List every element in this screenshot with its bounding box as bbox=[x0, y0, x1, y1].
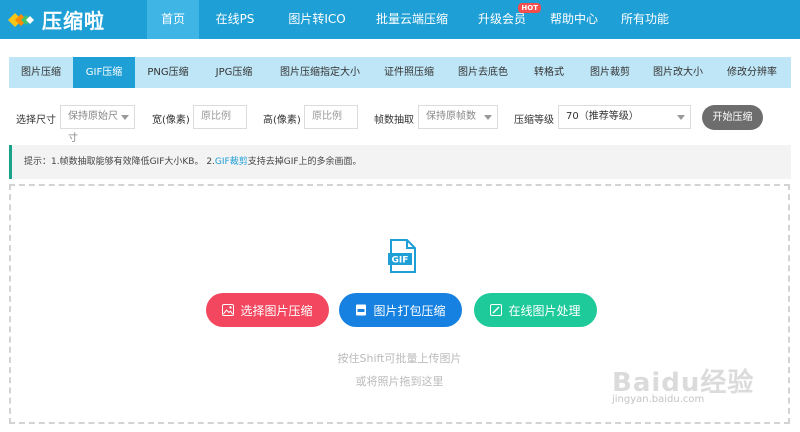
tab-convert-format[interactable]: 转格式 bbox=[521, 57, 577, 88]
logo-text: 压缩啦 bbox=[42, 9, 105, 33]
nav-label: 升级会员 bbox=[477, 12, 526, 26]
logo-icon bbox=[8, 12, 34, 27]
online-image-process-label: 在线图片处理 bbox=[508, 303, 581, 318]
nav-item-image-to-ico[interactable]: 图片转ICO bbox=[271, 0, 363, 39]
frame-select[interactable]: 保持原帧数 bbox=[418, 105, 498, 129]
height-label: 高(像素) bbox=[263, 115, 301, 126]
start-compress-button[interactable]: 开始压缩 bbox=[702, 105, 763, 130]
nav-label: 图片转ICO bbox=[288, 12, 346, 26]
nav-item-all-features[interactable]: 所有功能 bbox=[605, 0, 685, 39]
nav-item-upgrade-vip[interactable]: 升级会员 HOT bbox=[461, 0, 543, 39]
size-select-value: 保持原始尺寸 bbox=[68, 111, 118, 144]
level-select[interactable]: 70（推荐等级） bbox=[558, 105, 691, 129]
tip-text: 提示：1.帧数抽取能够有效降低GIF大小KB。 2. bbox=[24, 157, 215, 167]
tab-remove-background[interactable]: 图片去底色 bbox=[445, 57, 521, 88]
online-image-process-button[interactable]: 在线图片处理 bbox=[474, 293, 597, 327]
tab-id-photo-compress[interactable]: 证件照压缩 bbox=[373, 57, 445, 88]
tab-image-compress[interactable]: 图片压缩 bbox=[9, 57, 73, 88]
gif-icon-label: GIF bbox=[392, 256, 409, 266]
top-nav-bar: 压缩啦 首页 在线PS 图片转ICO 批量云端压缩 升级会员 HOT 帮助中心 … bbox=[0, 0, 800, 39]
logo[interactable]: 压缩啦 bbox=[6, 6, 105, 33]
level-label: 压缩等级 bbox=[514, 115, 554, 126]
nav-item-help-center[interactable]: 帮助中心 bbox=[543, 0, 605, 39]
pack-compress-button[interactable]: 图片打包压缩 bbox=[339, 293, 462, 327]
tab-png-compress[interactable]: PNG压缩 bbox=[135, 57, 201, 88]
tab-image-crop[interactable]: 图片裁剪 bbox=[577, 57, 643, 88]
options-row: 选择尺寸 保持原始尺寸 宽(像素) 原比例 高(像素) 原比例 帧数抽取 保持原… bbox=[0, 103, 800, 144]
tab-jpg-compress[interactable]: JPG压缩 bbox=[201, 57, 267, 88]
chevron-down-icon bbox=[677, 115, 685, 120]
gif-file-icon: GIF bbox=[388, 239, 416, 273]
edit-image-icon bbox=[490, 304, 503, 316]
select-image-compress-label: 选择图片压缩 bbox=[240, 303, 313, 318]
watermark-url: jingyan.baidu.com bbox=[612, 394, 705, 405]
height-input[interactable]: 原比例 bbox=[304, 105, 358, 129]
tool-tabs: 图片压缩 GIF压缩 PNG压缩 JPG压缩 图片压缩指定大小 证件照压缩 图片… bbox=[9, 57, 791, 88]
chevron-down-icon bbox=[121, 115, 129, 120]
frame-select-value: 保持原帧数 bbox=[426, 111, 476, 122]
frame-label: 帧数抽取 bbox=[374, 115, 414, 126]
tip-text-suffix: 支持去掉GIF上的多余画面。 bbox=[247, 157, 362, 167]
nav-item-home[interactable]: 首页 bbox=[147, 0, 199, 39]
zip-file-icon bbox=[356, 304, 367, 316]
tab-change-resolution[interactable]: 修改分辨率 bbox=[713, 57, 791, 88]
nav-item-online-ps[interactable]: 在线PS bbox=[199, 0, 271, 39]
image-icon bbox=[222, 304, 235, 316]
width-label: 宽(像素) bbox=[152, 115, 190, 126]
nav-label: 在线PS bbox=[215, 12, 255, 26]
main-nav: 首页 在线PS 图片转ICO 批量云端压缩 升级会员 HOT 帮助中心 所有功能 bbox=[147, 0, 685, 39]
size-label: 选择尺寸 bbox=[16, 115, 56, 126]
width-input[interactable]: 原比例 bbox=[193, 105, 247, 129]
nav-label: 批量云端压缩 bbox=[375, 12, 448, 26]
level-select-value: 70（推荐等级） bbox=[566, 111, 639, 122]
tab-gif-compress[interactable]: GIF压缩 bbox=[73, 57, 135, 88]
tab-image-resize[interactable]: 图片改大小 bbox=[643, 57, 713, 88]
select-image-compress-button[interactable]: 选择图片压缩 bbox=[206, 293, 329, 327]
width-placeholder: 原比例 bbox=[201, 111, 231, 122]
nav-label: 帮助中心 bbox=[549, 12, 598, 26]
tab-compress-to-size[interactable]: 图片压缩指定大小 bbox=[267, 57, 373, 88]
tip-bar: 提示：1.帧数抽取能够有效降低GIF大小KB。 2.GIF裁剪支持去掉GIF上的… bbox=[9, 145, 791, 179]
pack-compress-label: 图片打包压缩 bbox=[373, 303, 446, 318]
chevron-down-icon bbox=[484, 115, 492, 120]
baidu-watermark: Baidu经验 jingyan.baidu.com bbox=[612, 362, 762, 412]
height-placeholder: 原比例 bbox=[312, 111, 342, 122]
hot-badge: HOT bbox=[518, 3, 541, 13]
nav-label: 所有功能 bbox=[620, 12, 669, 26]
gif-crop-link[interactable]: GIF裁剪 bbox=[215, 157, 248, 167]
size-select[interactable]: 保持原始尺寸 bbox=[60, 105, 135, 144]
nav-item-batch-cloud-compress[interactable]: 批量云端压缩 bbox=[363, 0, 461, 39]
nav-label: 首页 bbox=[160, 12, 185, 26]
